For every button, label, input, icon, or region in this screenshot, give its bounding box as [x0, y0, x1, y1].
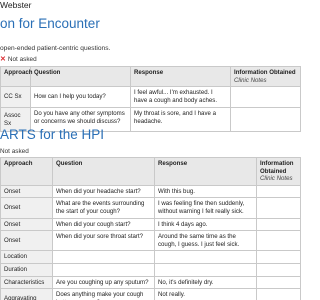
approach-cell: Onset — [0, 197, 53, 219]
col-approach: Approach — [0, 157, 53, 186]
notes-cell[interactable] — [256, 197, 301, 219]
col-approach: Approach — [0, 65, 32, 88]
response-cell: I think 4 days ago. — [154, 217, 257, 232]
notes-cell[interactable] — [230, 86, 301, 109]
col-question: Question — [52, 157, 155, 186]
encounter-table: Approach Question Response Information O… — [0, 65, 301, 133]
question-cell: Are you coughing up any sputum? — [52, 275, 155, 290]
col-info-obtained: Information Obtained Clinic Notes — [230, 65, 301, 88]
question-cell: When did your cough start? — [52, 217, 155, 232]
col-question: Question — [30, 65, 131, 88]
question-cell: Does anything make your cough better or … — [52, 288, 155, 300]
approach-cell: Onset — [0, 230, 53, 252]
table-row: Aggravating Does anything make your coug… — [0, 288, 301, 300]
x-icon: ✕ — [0, 56, 6, 63]
approach-cell: Onset — [0, 184, 53, 199]
notes-cell[interactable] — [256, 184, 301, 199]
legend-not-asked: ✕ Not asked — [0, 55, 37, 63]
col-response: Response — [154, 157, 257, 186]
notes-cell[interactable] — [256, 230, 301, 252]
response-cell: My throat is sore, and I have a headache… — [130, 107, 231, 133]
section-subtitle: open-ended patient-centric questions. — [0, 45, 111, 52]
approach-cell: Onset — [0, 217, 53, 232]
section-title-hpi: ARTS for the HPI — [0, 127, 105, 142]
question-cell: When did your sore throat start? — [52, 230, 155, 252]
response-cell: I feel awful... I'm exhausted. I have a … — [130, 86, 231, 109]
approach-cell: Location — [0, 250, 53, 265]
table-row: Onset When did your headache start? With… — [0, 184, 301, 199]
table-row: Location — [0, 250, 301, 265]
table-row: Onset What are the events surrounding th… — [0, 197, 301, 219]
notes-cell[interactable] — [256, 288, 301, 300]
legend-label: Not asked — [7, 56, 37, 63]
notes-cell[interactable] — [230, 107, 301, 133]
question-cell — [52, 250, 155, 265]
notes-cell[interactable] — [256, 250, 301, 265]
response-cell — [154, 263, 257, 277]
notes-cell[interactable] — [256, 263, 301, 277]
response-cell: I was feeling fine then suddenly, withou… — [154, 197, 257, 219]
notes-cell[interactable] — [256, 275, 301, 290]
table-row: CC Sx How can I help you today? I feel a… — [0, 86, 301, 109]
table-header-row: Approach Question Response Information O… — [0, 65, 301, 88]
response-cell — [154, 250, 257, 265]
question-cell: How can I help you today? — [30, 86, 131, 109]
approach-cell: Aggravating — [0, 288, 53, 300]
approach-cell: Characteristics — [0, 275, 53, 290]
response-cell: Not really. — [154, 288, 257, 300]
approach-cell: CC Sx — [0, 86, 31, 109]
question-cell: What are the events surrounding the star… — [52, 197, 155, 219]
hpi-table: Approach Question Response Information O… — [0, 157, 301, 300]
legend-not-asked-2: Not asked — [0, 148, 29, 155]
table-header-row: Approach Question Response Information O… — [0, 157, 301, 186]
table-row: Characteristics Are you coughing up any … — [0, 275, 301, 290]
question-cell — [52, 263, 155, 277]
response-cell: No, it's definitely dry. — [154, 275, 257, 290]
notes-cell[interactable] — [256, 217, 301, 232]
student-name: Webster — [0, 0, 32, 10]
response-cell: Around the same time as the cough, I gue… — [154, 230, 257, 252]
col-response: Response — [130, 65, 231, 88]
col-info-obtained: Information Obtained Clinic Notes — [256, 157, 301, 186]
table-row: Onset When did your sore throat start? A… — [0, 230, 301, 252]
table-row: Duration — [0, 263, 301, 277]
response-cell: With this bug. — [154, 184, 257, 199]
approach-cell: Duration — [0, 263, 53, 277]
question-cell: When did your headache start? — [52, 184, 155, 199]
table-row: Onset When did your cough start? I think… — [0, 217, 301, 232]
legend-label: Not asked — [0, 148, 29, 155]
section-title-encounter: on for Encounter — [0, 16, 100, 31]
